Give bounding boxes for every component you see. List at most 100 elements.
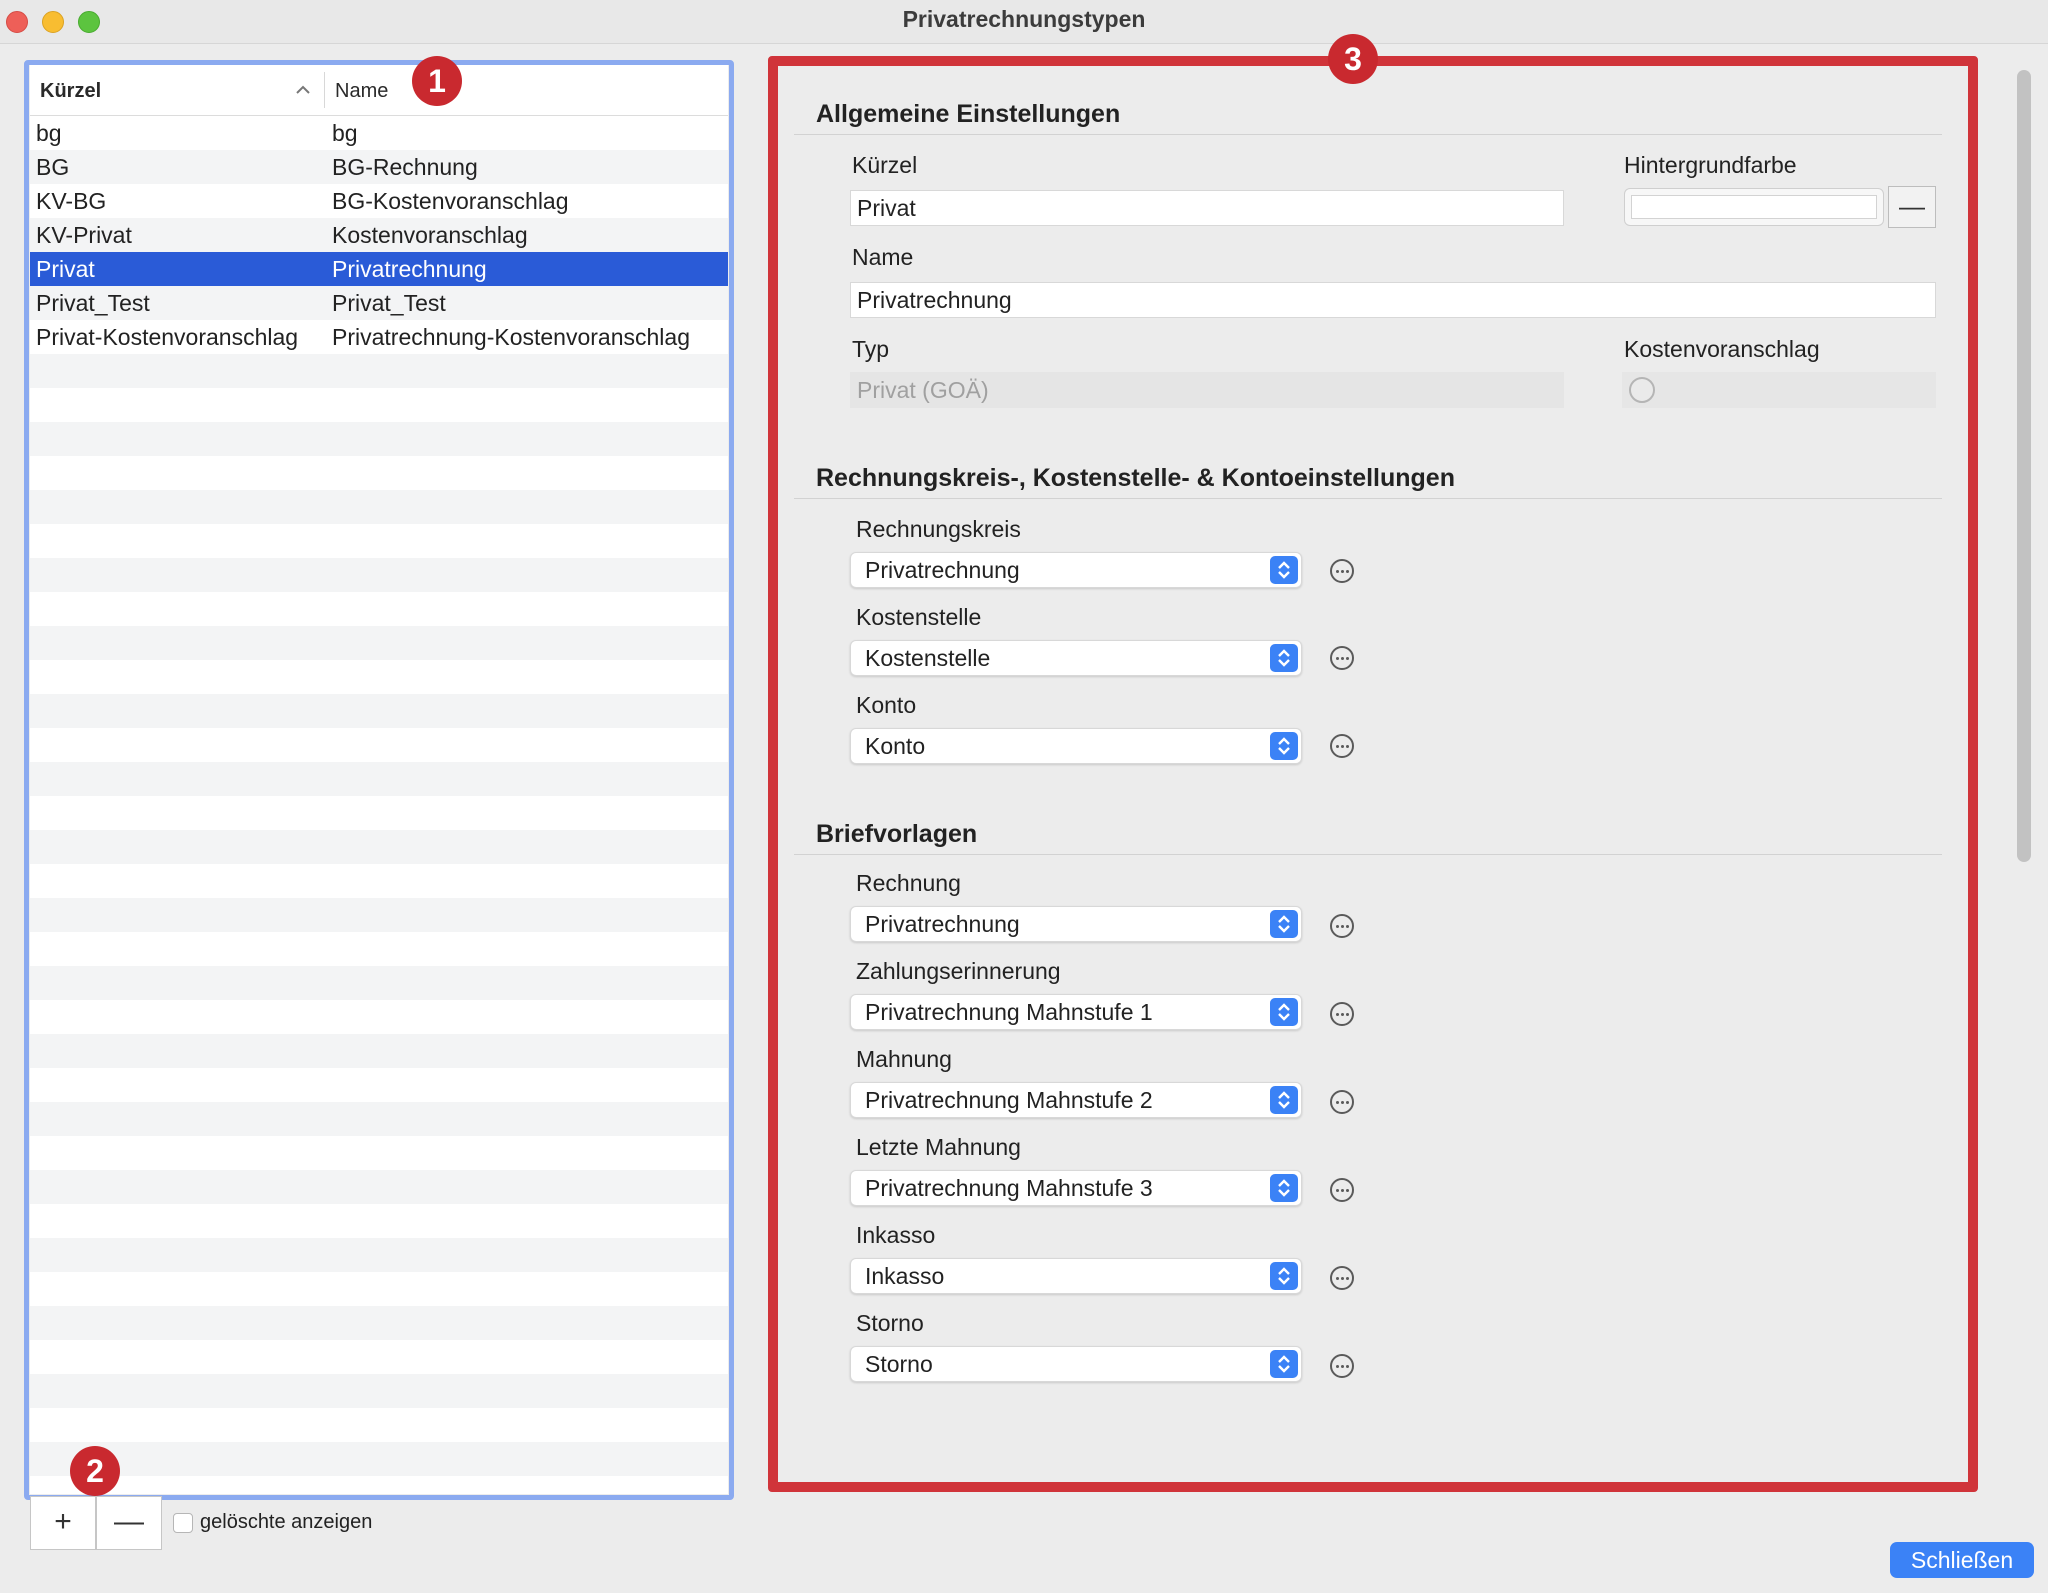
more-options-icon[interactable] [1330,1090,1354,1114]
select-value: Privatrechnung [865,557,1020,583]
mahnung-label: Mahnung [856,1046,952,1072]
empty-table-row [30,490,728,524]
empty-table-row [30,1374,728,1408]
cell-kuerzel: bg [36,120,62,146]
empty-table-row [30,1272,728,1306]
chevron-up-down-icon [1270,1174,1298,1202]
konto-select[interactable]: Konto [850,728,1302,764]
zahlungserinnerung-select[interactable]: Privatrechnung Mahnstufe 1 [850,994,1302,1030]
empty-table-row [30,1034,728,1068]
scrollbar-thumb[interactable] [2017,70,2031,862]
empty-table-row [30,422,728,456]
table-row[interactable]: BG BG-Rechnung [30,150,728,184]
more-options-icon[interactable] [1330,914,1354,938]
column-separator[interactable] [324,72,325,108]
more-options-icon[interactable] [1330,559,1354,583]
kostenstelle-select[interactable]: Kostenstelle [850,640,1302,676]
show-deleted-checkbox[interactable] [173,1513,193,1533]
types-table[interactable]: Kürzel Name bg bg BG BG-Rechnung KV-BG B… [30,64,728,1494]
more-options-icon[interactable] [1330,1354,1354,1378]
cell-kuerzel: KV-BG [36,188,107,214]
empty-table-row [30,728,728,762]
empty-table-row [30,1476,728,1494]
table-row[interactable]: KV-BG BG-Kostenvoranschlag [30,184,728,218]
remove-button[interactable]: — [96,1496,162,1550]
empty-table-row [30,762,728,796]
chevron-up-down-icon [1270,644,1298,672]
kuerzel-field[interactable]: Privat [850,190,1564,226]
empty-table-row [30,1170,728,1204]
rechnungskreis-select[interactable]: Privatrechnung [850,552,1302,588]
empty-table-row [30,796,728,830]
chevron-up-down-icon [1270,1086,1298,1114]
letzte-mahnung-select[interactable]: Privatrechnung Mahnstufe 3 [850,1170,1302,1206]
empty-table-row [30,660,728,694]
storno-select[interactable]: Storno [850,1346,1302,1382]
inkasso-label: Inkasso [856,1222,936,1248]
cell-kuerzel: Privat [36,256,95,282]
empty-table-row [30,354,728,388]
rechnung-select[interactable]: Privatrechnung [850,906,1302,942]
empty-table-row [30,626,728,660]
zahlungserinnerung-label: Zahlungserinnerung [856,958,1061,984]
bgcolor-well[interactable] [1624,188,1884,226]
select-value: Privatrechnung Mahnstufe 2 [865,1087,1153,1113]
table-row[interactable]: KV-Privat Kostenvoranschlag [30,218,728,252]
window: Privatrechnungstypen Kürzel Name bg bg B… [0,0,2048,1593]
select-value: Konto [865,733,926,759]
cell-kuerzel: Privat-Kostenvoranschlag [36,324,299,350]
empty-table-row [30,1238,728,1272]
cell-name: BG-Kostenvoranschlag [332,188,569,214]
divider [794,854,1942,855]
select-value: Privatrechnung [865,911,1020,937]
empty-table-row [30,1408,728,1442]
kostenvoranschlag-field [1622,372,1936,408]
empty-table-row [30,1204,728,1238]
column-header-kuerzel[interactable]: Kürzel [40,80,101,103]
more-options-icon[interactable] [1330,1178,1354,1202]
cell-name: Privat_Test [332,290,446,316]
table-row[interactable]: Privat_Test Privat_Test [30,286,728,320]
more-options-icon[interactable] [1330,646,1354,670]
cell-name: Kostenvoranschlag [332,222,528,248]
mahnung-select[interactable]: Privatrechnung Mahnstufe 2 [850,1082,1302,1118]
empty-table-row [30,898,728,932]
close-button[interactable]: Schließen [1890,1542,2034,1578]
empty-table-row [30,966,728,1000]
select-value: Privatrechnung Mahnstufe 3 [865,1175,1153,1201]
more-options-icon[interactable] [1330,734,1354,758]
empty-table-row [30,932,728,966]
cell-name: Privatrechnung [332,256,487,282]
table-row[interactable]: bg bg [30,116,728,150]
kuerzel-label: Kürzel [852,152,918,178]
chevron-up-down-icon [1270,556,1298,584]
bgcolor-swatch [1631,195,1877,219]
empty-table-row [30,1306,728,1340]
column-header-name[interactable]: Name [335,80,388,103]
window-title: Privatrechnungstypen [902,6,1146,32]
bgcolor-remove-button[interactable]: — [1888,186,1936,228]
name-field[interactable]: Privatrechnung [850,282,1936,318]
cell-name: bg [332,120,358,146]
section-title-general: Allgemeine Einstellungen [816,100,1121,128]
empty-table-row [30,558,728,592]
typ-field: Privat (GOÄ) [850,372,1564,408]
empty-table-row [30,1136,728,1170]
more-options-icon[interactable] [1330,1002,1354,1026]
empty-table-row [30,524,728,558]
rechnungskreis-label: Rechnungskreis [856,516,1021,542]
select-value: Storno [865,1351,933,1377]
empty-table-row [30,388,728,422]
empty-table-row [30,1068,728,1102]
table-body: bg bg BG BG-Rechnung KV-BG BG-Kostenvora… [30,116,728,1494]
table-row[interactable]: Privat-Kostenvoranschlag Privatrechnung-… [30,320,728,354]
sort-ascending-icon [296,78,310,101]
inkasso-select[interactable]: Inkasso [850,1258,1302,1294]
more-options-icon[interactable] [1330,1266,1354,1290]
chevron-up-down-icon [1270,910,1298,938]
divider [794,498,1942,499]
table-row-selected[interactable]: Privat Privatrechnung [30,252,728,286]
add-button[interactable]: + [30,1496,96,1550]
select-value: Inkasso [865,1263,945,1289]
kostenvoranschlag-radio[interactable] [1629,377,1655,403]
